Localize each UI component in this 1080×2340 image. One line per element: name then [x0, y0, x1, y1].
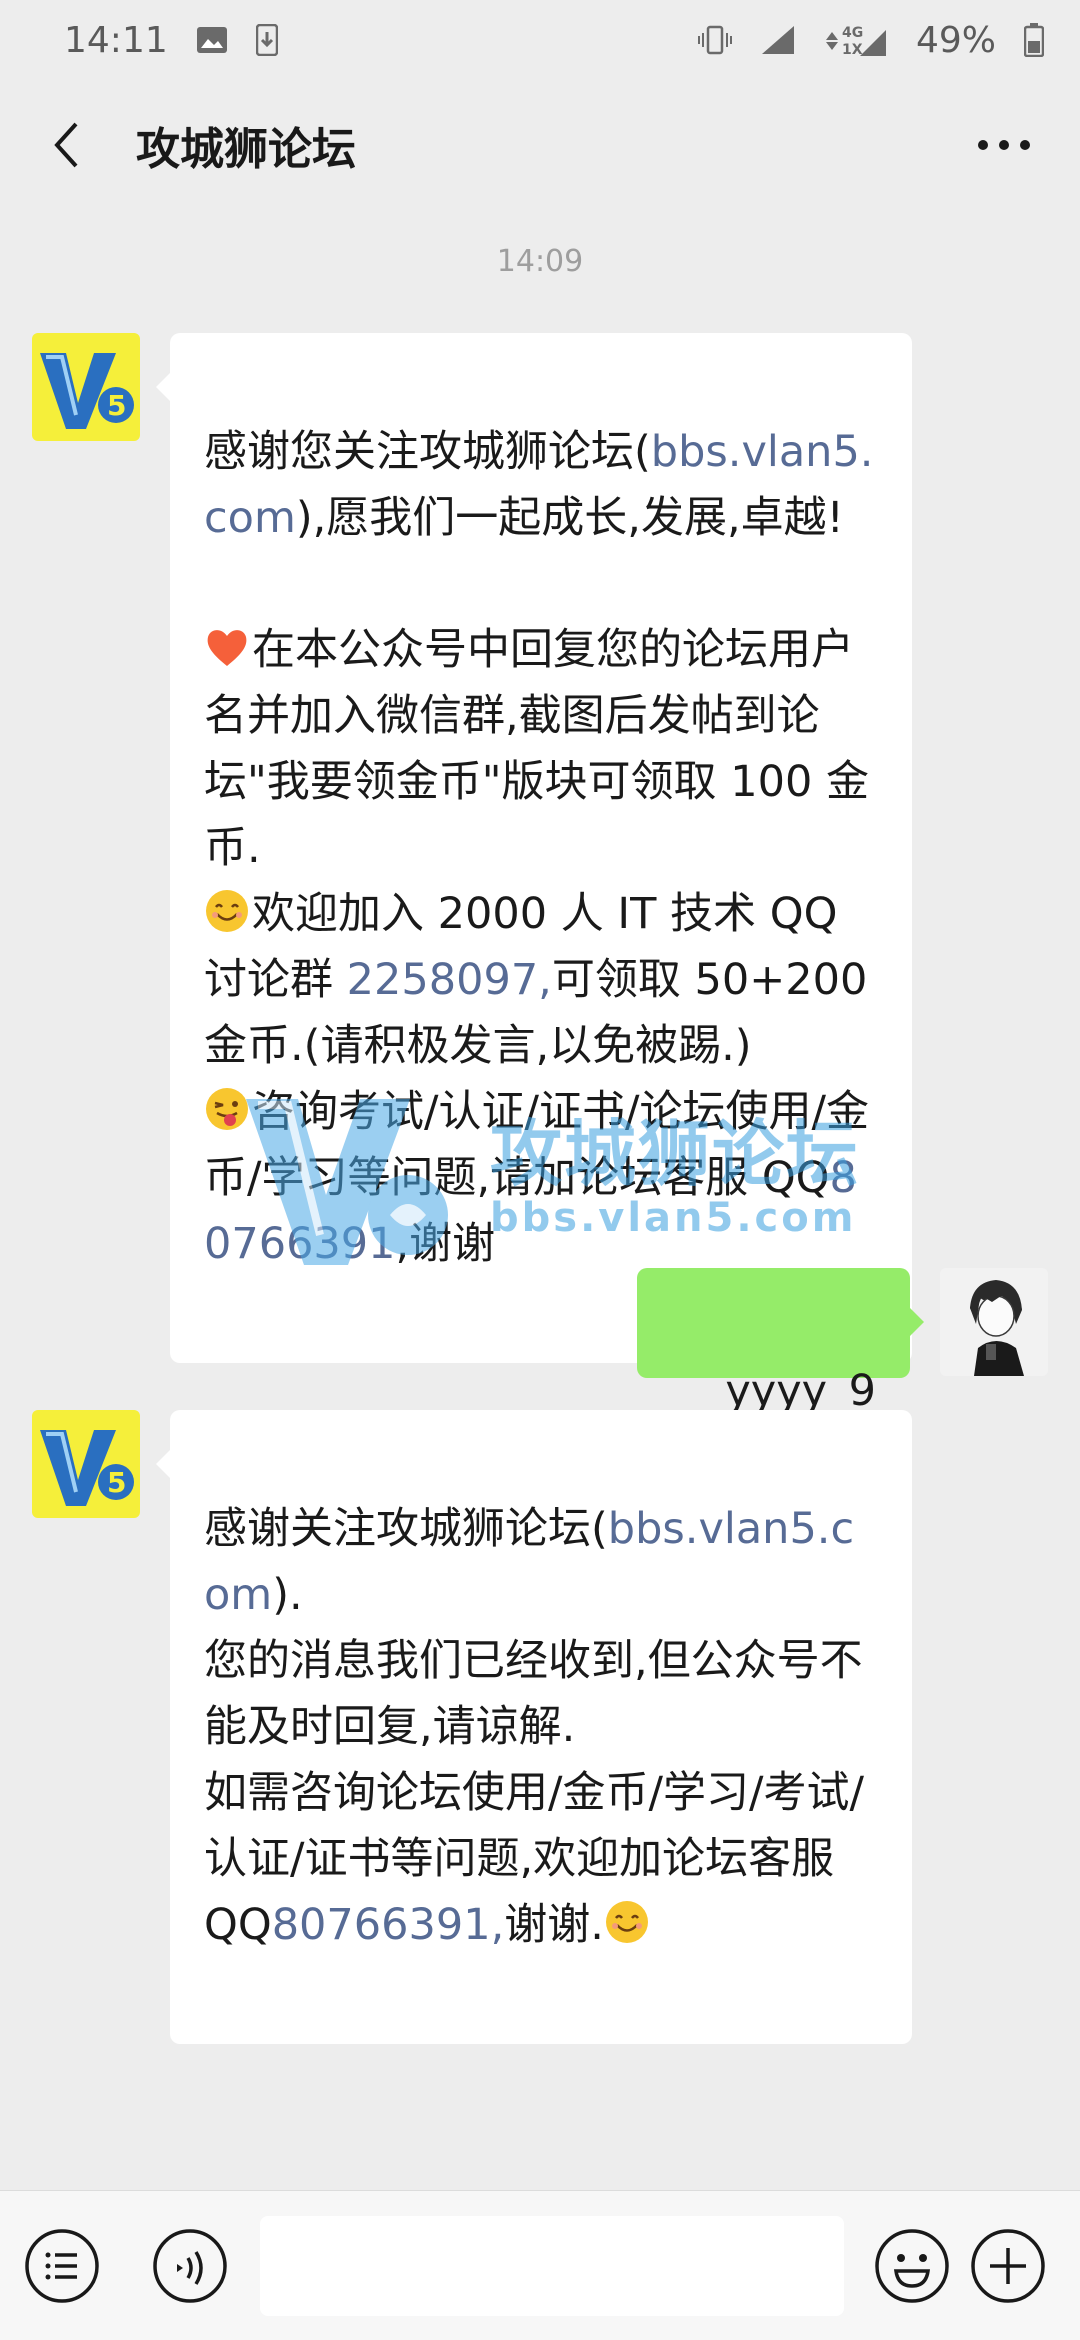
official-account-avatar[interactable]: 5	[32, 1410, 140, 1518]
v5-logo-icon: 5	[32, 1410, 140, 1518]
svg-text:4G: 4G	[842, 25, 863, 41]
battery-percent: 49%	[915, 19, 996, 61]
status-bar: 14:11 4G 1X 49%	[0, 0, 1080, 80]
message-input[interactable]	[260, 2215, 844, 2316]
message-text: 您的消息我们已经收到,但公众号不能及时回复,请谅解.	[204, 1636, 863, 1752]
plus-icon	[971, 2228, 1045, 2303]
menu-button[interactable]	[24, 2228, 100, 2304]
voice-button[interactable]	[152, 2228, 228, 2304]
chat-title: 攻城狮论坛	[136, 124, 356, 175]
back-button[interactable]	[36, 115, 96, 175]
chat-header: 攻城狮论坛	[0, 80, 1080, 210]
smile-emoji-icon	[604, 1898, 650, 1944]
list-menu-icon	[25, 2228, 99, 2303]
message-text: 感谢关注攻城狮论坛(	[204, 1504, 608, 1554]
voice-icon	[153, 2228, 227, 2303]
message-text: 感谢您关注攻城狮论坛(	[204, 427, 651, 477]
message-text: 咨询考试/认证/证书/论坛使用/金币/学习等问题,请加论坛客服 QQ	[204, 1087, 869, 1203]
vibrate-icon	[697, 24, 732, 56]
message-text: ),愿我们一起成长,发展,卓越!	[295, 493, 844, 543]
gallery-notification-icon	[196, 26, 228, 54]
download-notification-icon	[255, 24, 278, 56]
network-type-icon: 4G 1X	[824, 22, 888, 58]
svg-text:5: 5	[107, 389, 126, 422]
incoming-message-bubble[interactable]: 感谢关注攻城狮论坛(bbs.vlan5.com). 您的消息我们已经收到,但公众…	[156, 1410, 912, 2044]
message-timestamp: 14:09	[496, 244, 584, 279]
user-avatar[interactable]	[940, 1268, 1048, 1376]
smile-emoji-icon	[204, 887, 250, 933]
qq-group-link[interactable]: 2258097,	[347, 955, 552, 1005]
more-dots-icon	[978, 140, 1030, 150]
battery-icon	[1024, 23, 1044, 57]
qq-service-link[interactable]: 80766391,	[272, 1900, 505, 1950]
emoji-button[interactable]	[874, 2228, 950, 2304]
message-text: yyyy_9	[725, 1366, 876, 1416]
more-functions-button[interactable]	[970, 2228, 1046, 2304]
svg-text:5: 5	[107, 1466, 126, 1499]
incoming-message-bubble[interactable]: 感谢您关注攻城狮论坛(bbs.vlan5.com),愿我们一起成长,发展,卓越!…	[156, 333, 912, 1363]
anime-character-avatar-icon	[940, 1268, 1048, 1376]
more-options-button[interactable]	[964, 115, 1044, 175]
signal-icon	[760, 24, 796, 56]
wink-tongue-emoji-icon	[204, 1085, 250, 1131]
outgoing-message-bubble[interactable]: yyyy_9	[636, 1268, 925, 1416]
official-account-avatar[interactable]: 5	[32, 333, 140, 441]
chat-message-list[interactable]: 14:09 5 感谢您关注攻城狮论坛(bbs.vlan5.com),愿我们一起成…	[0, 210, 1080, 2190]
message-text: 谢谢.	[504, 1900, 604, 1950]
message-text: ).	[272, 1570, 303, 1620]
status-time: 14:11	[64, 19, 168, 61]
svg-text:1X: 1X	[842, 42, 863, 58]
message-text: 在本公众号中回复您的论坛用户名并加入微信群,截图后发帖到论坛"我要领金币"版块可…	[204, 625, 869, 873]
heart-emoji-icon	[204, 623, 250, 669]
chevron-left-icon	[54, 122, 78, 168]
message-input-bar	[0, 2190, 1080, 2340]
smiley-face-icon	[875, 2228, 949, 2303]
v5-logo-icon: 5	[32, 333, 140, 441]
message-text: ,谢谢	[395, 1219, 496, 1269]
